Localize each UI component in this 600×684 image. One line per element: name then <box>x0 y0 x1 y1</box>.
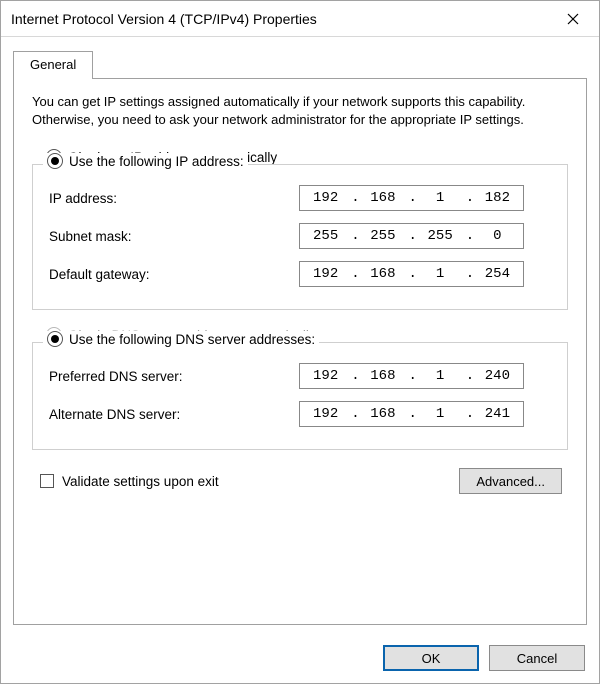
field-ip-address: IP address: . . . <box>49 179 551 217</box>
label-alternate-dns: Alternate DNS server: <box>49 407 299 422</box>
row-validate-advanced: Validate settings upon exit Advanced... <box>32 468 568 494</box>
tab-general[interactable]: General <box>13 51 93 79</box>
ip-octet[interactable] <box>415 367 466 385</box>
input-preferred-dns[interactable]: . . . <box>299 363 524 389</box>
dialog-footer: OK Cancel <box>1 635 599 683</box>
ip-octet[interactable] <box>415 405 466 423</box>
input-alternate-dns[interactable]: . . . <box>299 401 524 427</box>
input-default-gateway[interactable]: . . . <box>299 261 524 287</box>
label-validate: Validate settings upon exit <box>62 474 219 489</box>
ip-octet[interactable] <box>472 265 523 283</box>
radio-ip-manual[interactable]: Use the following IP address: <box>43 153 248 169</box>
field-preferred-dns: Preferred DNS server: . . . <box>49 357 551 395</box>
dialog-body: General You can get IP settings assigned… <box>1 37 599 635</box>
input-subnet-mask[interactable]: . . . <box>299 223 524 249</box>
field-subnet-mask: Subnet mask: . . . <box>49 217 551 255</box>
input-ip-address[interactable]: . . . <box>299 185 524 211</box>
radio-dns-manual[interactable]: Use the following DNS server addresses: <box>43 331 319 347</box>
radio-icon <box>47 153 63 169</box>
label-preferred-dns: Preferred DNS server: <box>49 369 299 384</box>
group-ip: Use the following IP address: IP address… <box>32 164 568 310</box>
tabpanel-general: You can get IP settings assigned automat… <box>13 78 587 625</box>
advanced-button[interactable]: Advanced... <box>459 468 562 494</box>
group-dns: Use the following DNS server addresses: … <box>32 342 568 450</box>
ip-octet[interactable] <box>357 367 408 385</box>
radio-icon <box>47 331 63 347</box>
ip-octet[interactable] <box>300 405 351 423</box>
titlebar: Internet Protocol Version 4 (TCP/IPv4) P… <box>1 1 599 37</box>
close-icon <box>567 13 579 25</box>
radio-dns-manual-label: Use the following DNS server addresses: <box>69 332 315 347</box>
ip-octet[interactable] <box>357 189 408 207</box>
radio-ip-manual-label: Use the following IP address: <box>69 154 244 169</box>
ip-octet[interactable] <box>415 227 466 245</box>
dialog-window: Internet Protocol Version 4 (TCP/IPv4) P… <box>0 0 600 684</box>
ip-octet[interactable] <box>472 189 523 207</box>
intro-text: You can get IP settings assigned automat… <box>32 93 568 128</box>
ip-octet[interactable] <box>357 227 408 245</box>
ip-octet[interactable] <box>472 227 523 245</box>
ip-octet[interactable] <box>300 189 351 207</box>
ip-octet[interactable] <box>357 265 408 283</box>
cancel-button[interactable]: Cancel <box>489 645 585 671</box>
field-alternate-dns: Alternate DNS server: . . . <box>49 395 551 433</box>
close-button[interactable] <box>553 5 593 33</box>
ip-octet[interactable] <box>472 405 523 423</box>
field-default-gateway: Default gateway: . . . <box>49 255 551 293</box>
ip-octet[interactable] <box>415 189 466 207</box>
ok-button[interactable]: OK <box>383 645 479 671</box>
ip-octet[interactable] <box>300 367 351 385</box>
checkbox-validate[interactable] <box>40 474 54 488</box>
ip-octet[interactable] <box>300 227 351 245</box>
label-default-gateway: Default gateway: <box>49 267 299 282</box>
label-subnet-mask: Subnet mask: <box>49 229 299 244</box>
label-ip-address: IP address: <box>49 191 299 206</box>
ip-octet[interactable] <box>300 265 351 283</box>
tabstrip: General <box>13 51 587 78</box>
window-title: Internet Protocol Version 4 (TCP/IPv4) P… <box>11 11 553 27</box>
ip-octet[interactable] <box>415 265 466 283</box>
ip-octet[interactable] <box>357 405 408 423</box>
ip-octet[interactable] <box>472 367 523 385</box>
